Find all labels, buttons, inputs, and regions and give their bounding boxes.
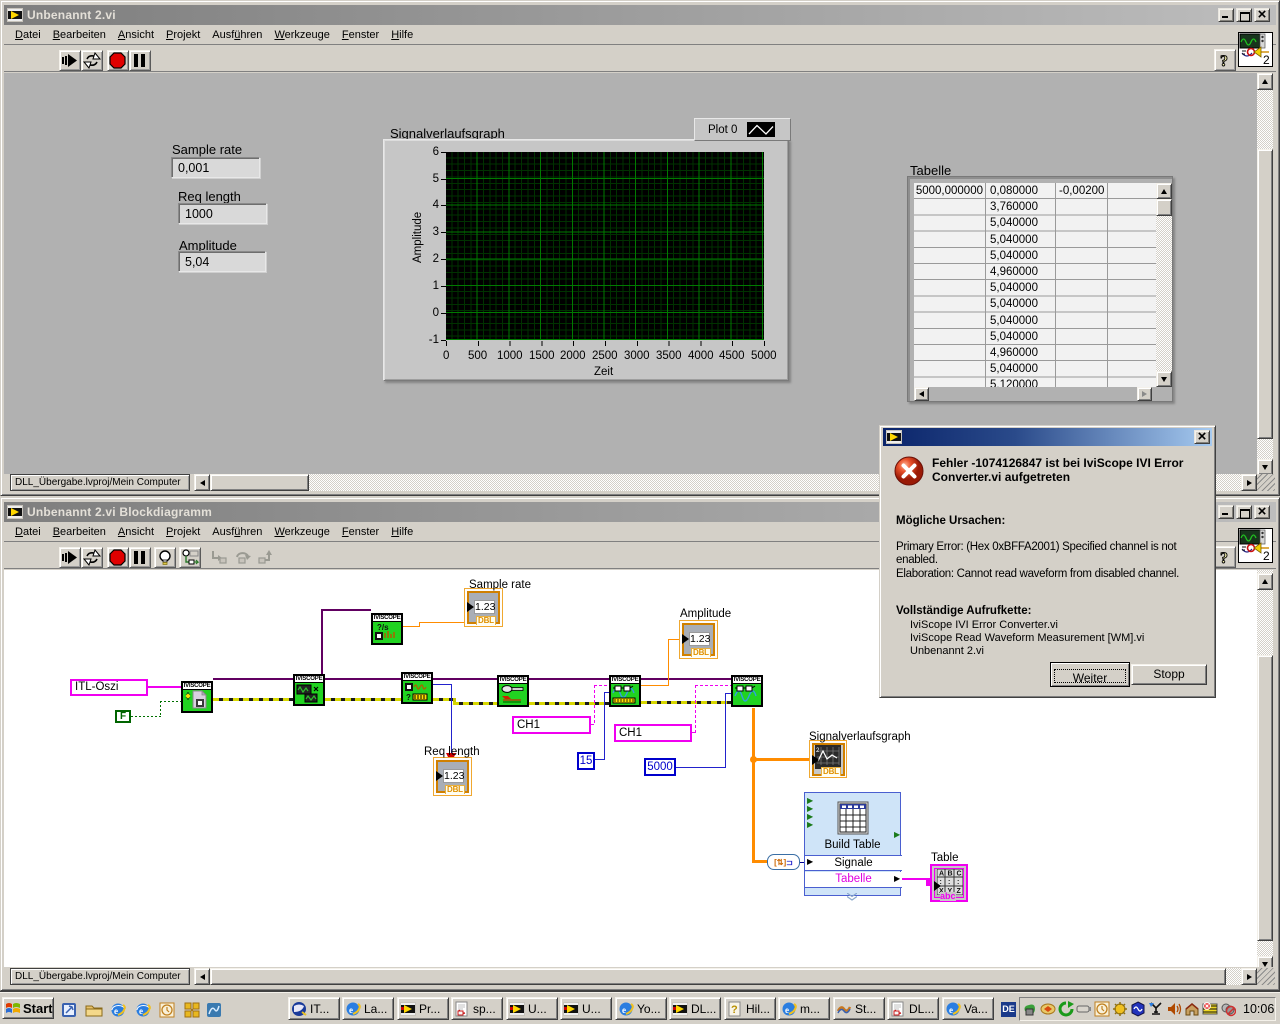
svg-text:e: e <box>785 1005 789 1015</box>
svg-text:?: ? <box>731 1004 738 1016</box>
svg-text:B: B <box>948 871 953 878</box>
svg-text::: : <box>957 879 959 886</box>
svg-text:?: ? <box>406 693 411 702</box>
svg-text:?/s: ?/s <box>377 623 389 632</box>
svg-text:e: e <box>622 1005 626 1015</box>
svg-text:?: ? <box>1220 550 1228 567</box>
svg-text:2: 2 <box>1263 53 1270 66</box>
svg-text:C: C <box>957 871 962 878</box>
svg-text:e: e <box>114 1006 118 1016</box>
svg-text:?: ? <box>1220 53 1228 70</box>
svg-text:e: e <box>949 1005 953 1015</box>
svg-text::: : <box>948 879 950 886</box>
svg-text:e: e <box>349 1005 353 1015</box>
svg-text:A: A <box>939 871 944 878</box>
svg-text:Z: Z <box>957 888 962 895</box>
svg-text:2: 2 <box>1263 549 1270 562</box>
svg-text:e: e <box>139 1006 143 1016</box>
